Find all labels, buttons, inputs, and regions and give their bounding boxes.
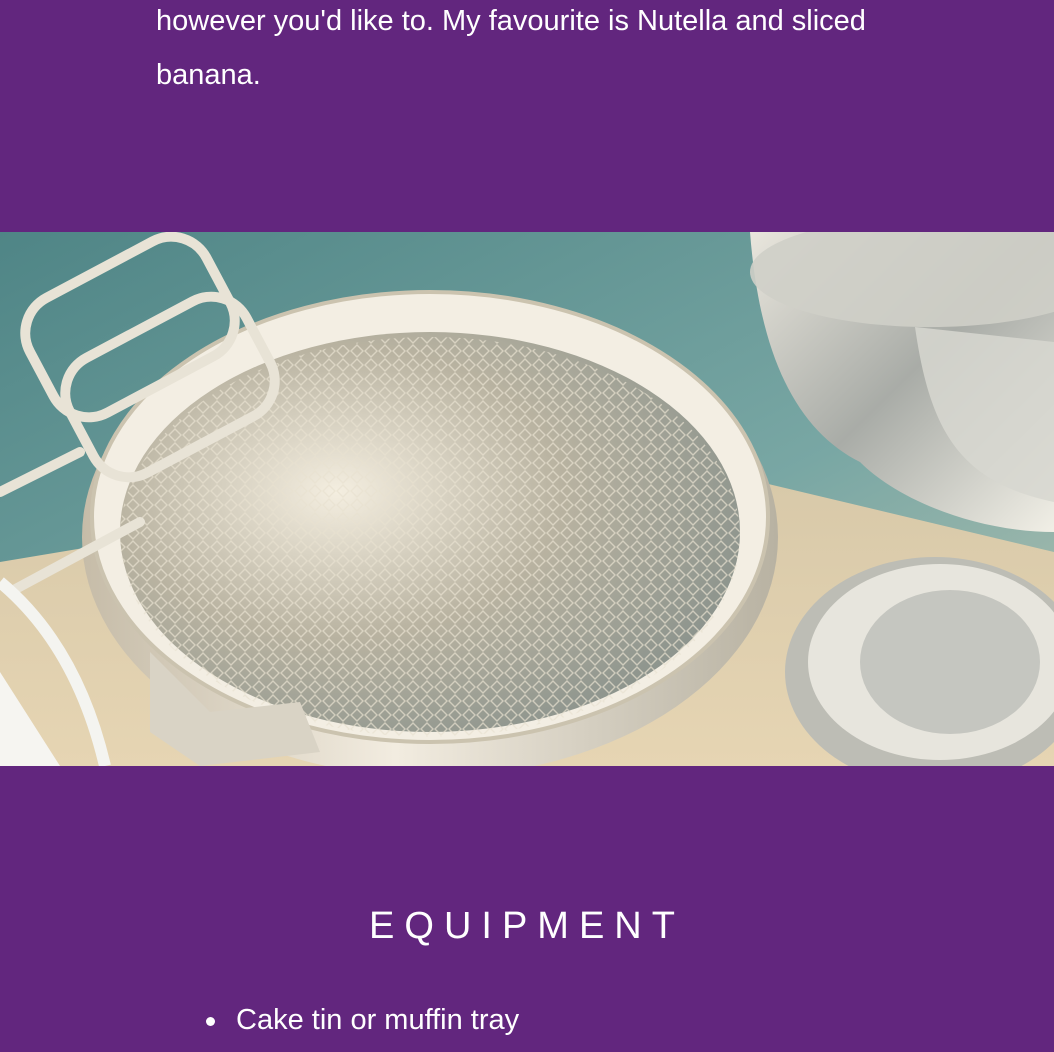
cake-tin-photo-icon [0,232,1054,766]
equipment-heading: EQUIPMENT [369,905,685,947]
equipment-list: Cake tin or muffin tray [205,1000,519,1040]
recipe-page: however you'd like to. My favourite is N… [0,0,1054,1052]
intro-paragraph: however you'd like to. My favourite is N… [156,5,866,91]
list-item: Cake tin or muffin tray [205,1000,519,1040]
cake-tin-photo [0,232,1054,766]
